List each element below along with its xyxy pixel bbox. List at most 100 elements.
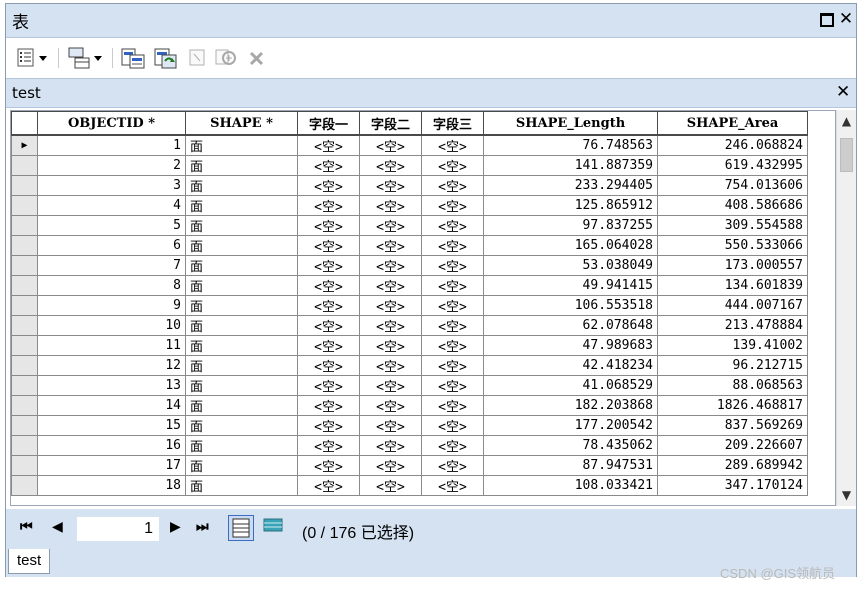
shape-area-cell[interactable]: 96.212715: [657, 355, 808, 376]
row-selector[interactable]: [11, 215, 38, 236]
current-record-input[interactable]: [76, 516, 160, 542]
shape-length-cell[interactable]: 125.865912: [483, 195, 658, 216]
field2-cell[interactable]: <空>: [359, 415, 422, 436]
objectid-cell[interactable]: 9: [37, 295, 186, 316]
shape-area-cell[interactable]: 619.432995: [657, 155, 808, 176]
shape-area-cell[interactable]: 139.41002: [657, 335, 808, 356]
shape-area-cell[interactable]: 550.533066: [657, 235, 808, 256]
shape-cell[interactable]: 面: [185, 295, 298, 316]
shape-length-cell[interactable]: 76.748563: [483, 134, 658, 156]
clear-selection-icon[interactable]: [186, 46, 210, 70]
field2-cell[interactable]: <空>: [359, 455, 422, 476]
row-selector[interactable]: [11, 175, 38, 196]
row-selector[interactable]: [11, 415, 38, 436]
column-header[interactable]: 字段一: [297, 111, 360, 136]
objectid-cell[interactable]: 12: [37, 355, 186, 376]
field2-cell[interactable]: <空>: [359, 275, 422, 296]
field1-cell[interactable]: <空>: [297, 275, 360, 296]
field1-cell[interactable]: <空>: [297, 155, 360, 176]
field2-cell[interactable]: <空>: [359, 335, 422, 356]
field3-cell[interactable]: <空>: [421, 435, 484, 456]
shape-length-cell[interactable]: 233.294405: [483, 175, 658, 196]
field3-cell[interactable]: <空>: [421, 134, 484, 156]
field2-cell[interactable]: <空>: [359, 355, 422, 376]
table-row[interactable]: 10 面 <空> <空> <空> 62.078648 213.478884: [11, 315, 808, 336]
row-selector[interactable]: [11, 295, 38, 316]
row-selector[interactable]: [11, 195, 38, 216]
zoom-to-selected-icon[interactable]: [214, 46, 240, 70]
row-selector[interactable]: [11, 455, 38, 476]
table-row[interactable]: 2 面 <空> <空> <空> 141.887359 619.432995: [11, 155, 808, 176]
field1-cell[interactable]: <空>: [297, 215, 360, 236]
field3-cell[interactable]: <空>: [421, 295, 484, 316]
objectid-cell[interactable]: 11: [37, 335, 186, 356]
field1-cell[interactable]: <空>: [297, 175, 360, 196]
table-row[interactable]: 4 面 <空> <空> <空> 125.865912 408.586686: [11, 195, 808, 216]
shape-cell[interactable]: 面: [185, 355, 298, 376]
show-selected-records-icon[interactable]: [261, 515, 287, 541]
shape-area-cell[interactable]: 134.601839: [657, 275, 808, 296]
field2-cell[interactable]: <空>: [359, 255, 422, 276]
objectid-cell[interactable]: 14: [37, 395, 186, 416]
table-row[interactable]: 5 面 <空> <空> <空> 97.837255 309.554588: [11, 215, 808, 236]
field2-cell[interactable]: <空>: [359, 175, 422, 196]
field2-cell[interactable]: <空>: [359, 195, 422, 216]
field2-cell[interactable]: <空>: [359, 235, 422, 256]
shape-cell[interactable]: 面: [185, 255, 298, 276]
shape-area-cell[interactable]: 754.013606: [657, 175, 808, 196]
field3-cell[interactable]: <空>: [421, 315, 484, 336]
field3-cell[interactable]: <空>: [421, 455, 484, 476]
scroll-up-icon[interactable]: ▲: [837, 112, 856, 130]
shape-length-cell[interactable]: 141.887359: [483, 155, 658, 176]
vertical-scrollbar[interactable]: ▲ ▼: [836, 110, 856, 506]
table-row[interactable]: 13 面 <空> <空> <空> 41.068529 88.068563: [11, 375, 808, 396]
field2-cell[interactable]: <空>: [359, 134, 422, 156]
shape-cell[interactable]: 面: [185, 235, 298, 256]
objectid-cell[interactable]: 4: [37, 195, 186, 216]
shape-area-cell[interactable]: 246.068824: [657, 134, 808, 156]
field2-cell[interactable]: <空>: [359, 475, 422, 496]
row-selector[interactable]: [11, 155, 38, 176]
field1-cell[interactable]: <空>: [297, 335, 360, 356]
row-selector[interactable]: [11, 335, 38, 356]
shape-length-cell[interactable]: 106.553518: [483, 295, 658, 316]
field2-cell[interactable]: <空>: [359, 435, 422, 456]
row-selector[interactable]: [11, 435, 38, 456]
field3-cell[interactable]: <空>: [421, 335, 484, 356]
last-record-icon[interactable]: ⏭: [196, 519, 209, 535]
shape-length-cell[interactable]: 165.064028: [483, 235, 658, 256]
shape-area-cell[interactable]: 88.068563: [657, 375, 808, 396]
table-options-icon[interactable]: [16, 46, 50, 70]
column-header[interactable]: 字段三: [421, 111, 484, 136]
field3-cell[interactable]: <空>: [421, 175, 484, 196]
shape-cell[interactable]: 面: [185, 215, 298, 236]
shape-cell[interactable]: 面: [185, 175, 298, 196]
shape-area-cell[interactable]: 1826.468817: [657, 395, 808, 416]
row-selector[interactable]: [11, 235, 38, 256]
shape-area-cell[interactable]: 408.586686: [657, 195, 808, 216]
table-row[interactable]: 15 面 <空> <空> <空> 177.200542 837.569269: [11, 415, 808, 436]
column-header[interactable]: 字段二: [359, 111, 422, 136]
shape-area-cell[interactable]: 173.000557: [657, 255, 808, 276]
objectid-cell[interactable]: 7: [37, 255, 186, 276]
shape-length-cell[interactable]: 108.033421: [483, 475, 658, 496]
shape-length-cell[interactable]: 53.038049: [483, 255, 658, 276]
shape-area-cell[interactable]: 837.569269: [657, 415, 808, 436]
field2-cell[interactable]: <空>: [359, 155, 422, 176]
field2-cell[interactable]: <空>: [359, 315, 422, 336]
objectid-cell[interactable]: 6: [37, 235, 186, 256]
maximize-icon[interactable]: [818, 11, 834, 27]
objectid-cell[interactable]: 8: [37, 275, 186, 296]
tab-test[interactable]: test: [8, 549, 51, 574]
shape-area-cell[interactable]: 444.007167: [657, 295, 808, 316]
shape-cell[interactable]: 面: [185, 395, 298, 416]
shape-length-cell[interactable]: 87.947531: [483, 455, 658, 476]
switch-selection-icon[interactable]: [152, 46, 180, 70]
shape-area-cell[interactable]: 289.689942: [657, 455, 808, 476]
field1-cell[interactable]: <空>: [297, 475, 360, 496]
table-row[interactable]: 16 面 <空> <空> <空> 78.435062 209.226607: [11, 435, 808, 456]
table-row[interactable]: 8 面 <空> <空> <空> 49.941415 134.601839: [11, 275, 808, 296]
field1-cell[interactable]: <空>: [297, 395, 360, 416]
shape-length-cell[interactable]: 41.068529: [483, 375, 658, 396]
shape-length-cell[interactable]: 97.837255: [483, 215, 658, 236]
